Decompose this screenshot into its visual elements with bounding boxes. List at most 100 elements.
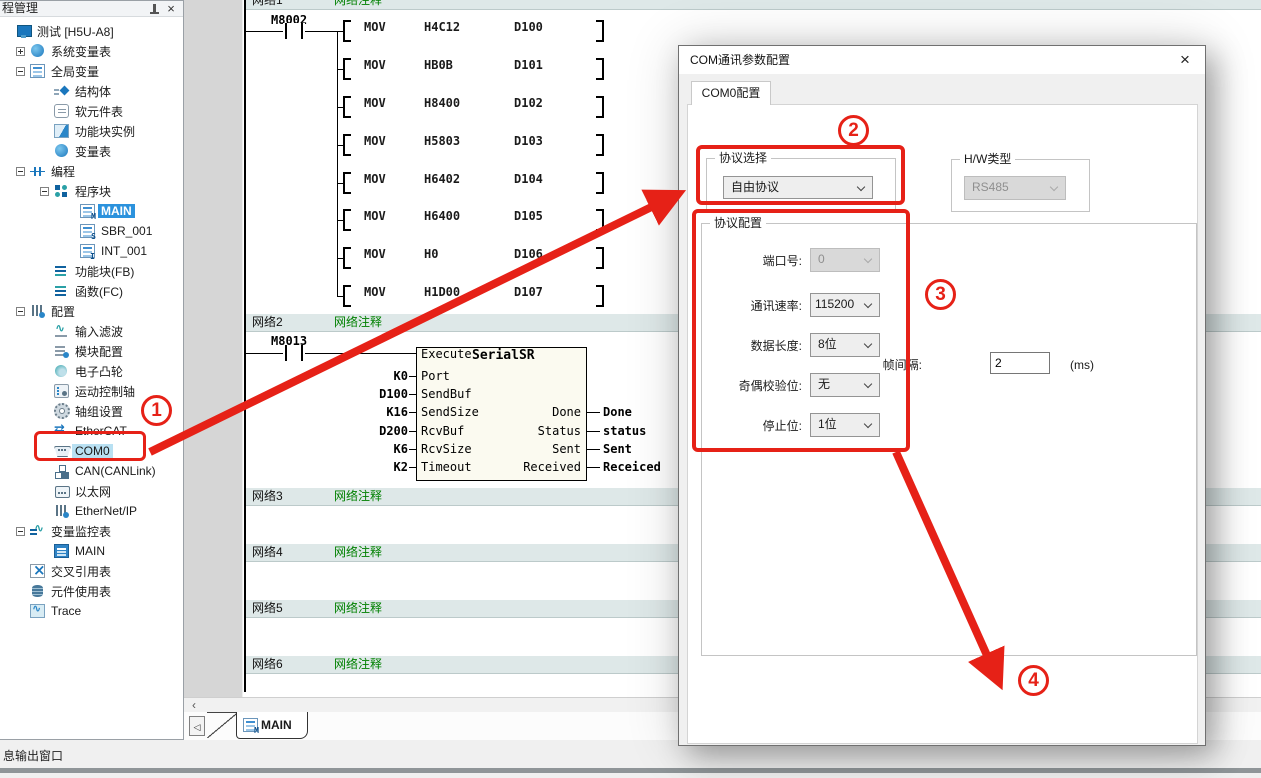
tree-item-sbr001[interactable]: SBR_001 <box>0 221 183 241</box>
collapse-icon[interactable] <box>16 67 25 76</box>
block-input-value[interactable]: K0 <box>338 368 408 384</box>
block-port: SendSize <box>421 404 479 420</box>
mov-instruction[interactable]: MOV HB0B D101 <box>343 58 606 80</box>
block-input-value[interactable]: K16 <box>338 404 408 420</box>
expand-icon[interactable] <box>16 47 25 56</box>
close-icon[interactable] <box>165 1 177 15</box>
tree-item-function-block-fb[interactable]: 功能块(FB) <box>0 261 183 281</box>
highlight-box-protocol-config <box>692 209 910 452</box>
network-comment[interactable]: 网络注释 <box>334 314 382 331</box>
tree-item-ethernet[interactable]: 以太网 <box>0 481 183 501</box>
monitor-wave-icon <box>30 524 45 538</box>
block-input-value[interactable]: D200 <box>338 423 408 439</box>
project-tree: 测试 [H5U-A8] 系统变量表 全局变量 结构体 软元件表 功能块实例 变量… <box>0 17 183 621</box>
collapse-icon[interactable] <box>16 527 25 536</box>
output-stub <box>587 467 600 468</box>
mov-instruction[interactable]: MOV H1D00 D107 <box>343 285 606 307</box>
network-comment[interactable]: 网络注释 <box>334 600 382 617</box>
block-input-value[interactable]: D100 <box>338 386 408 402</box>
network-comment[interactable]: 网络注释 <box>334 544 382 561</box>
tree-item-programming[interactable]: 编程 <box>0 161 183 181</box>
instruction-src: HB0B <box>424 58 453 72</box>
filter-wave-icon <box>54 324 69 338</box>
trace-wave-icon <box>30 604 45 618</box>
tree-item-struct[interactable]: 结构体 <box>0 81 183 101</box>
collapse-icon[interactable] <box>16 307 25 316</box>
tree-item-cross-ref[interactable]: 交叉引用表 <box>0 561 183 581</box>
tree-item-int001[interactable]: INT_001 <box>0 241 183 261</box>
panel-header: 程管理 <box>0 1 183 17</box>
tree-item-program-blocks[interactable]: 程序块 <box>0 181 183 201</box>
pin-icon[interactable] <box>150 4 159 15</box>
tree-item-project[interactable]: 测试 [H5U-A8] <box>0 21 183 41</box>
tree-item-system-vars[interactable]: 系统变量表 <box>0 41 183 61</box>
block-output-var[interactable]: Sent <box>603 441 632 457</box>
block-output-var[interactable]: Done <box>603 404 632 420</box>
tree-item-can[interactable]: CAN(CANLink) <box>0 461 183 481</box>
input-stub <box>409 394 416 395</box>
dialog-close-icon[interactable] <box>1174 50 1196 70</box>
no-contact-symbol[interactable] <box>283 23 305 39</box>
tree-item-function-fc[interactable]: 函数(FC) <box>0 281 183 301</box>
network-comment[interactable]: 网络注释 <box>334 488 382 505</box>
mov-instruction[interactable]: MOV H6402 D104 <box>343 172 606 194</box>
right-bracket <box>596 58 604 80</box>
tree-item-device-usage[interactable]: 元件使用表 <box>0 581 183 601</box>
output-window-title[interactable]: 息输出窗口 <box>3 747 63 764</box>
network-name: 网络1 <box>252 0 283 9</box>
dialog-titlebar[interactable]: COM通讯参数配置 <box>679 46 1205 74</box>
tree-item-monitor-main[interactable]: MAIN <box>0 541 183 561</box>
tree-item-main[interactable]: MAIN <box>0 201 183 221</box>
instruction-src: H6400 <box>424 209 460 223</box>
tree-item-device-table[interactable]: 软元件表 <box>0 101 183 121</box>
block-input-value[interactable]: K6 <box>338 441 408 457</box>
tab-com0-config[interactable]: COM0配置 <box>691 81 771 105</box>
mov-instruction[interactable]: MOV H8400 D102 <box>343 96 606 118</box>
collapse-icon[interactable] <box>16 167 25 176</box>
network-name: 网络5 <box>252 600 283 617</box>
tree-item-var-monitor[interactable]: 变量监控表 <box>0 521 183 541</box>
tree-item-module-config[interactable]: 模块配置 <box>0 341 183 361</box>
frame-interval-unit: (ms) <box>1070 357 1104 373</box>
instruction-dst: D101 <box>514 58 543 72</box>
right-bracket <box>596 134 604 156</box>
network-comment[interactable]: 网络注释 <box>334 656 382 673</box>
tree-item-ethernet-ip[interactable]: EtherNet/IP <box>0 501 183 521</box>
no-contact-symbol[interactable] <box>283 345 305 361</box>
block-port: Port <box>421 368 450 384</box>
network-1-header[interactable]: 网络1 网络注释 <box>246 0 1261 10</box>
network-comment[interactable]: 网络注释 <box>334 0 382 9</box>
mov-instruction[interactable]: MOV H6400 D105 <box>343 209 606 231</box>
block-output-var[interactable]: Receiced <box>603 459 661 475</box>
tree-item-input-filter[interactable]: 输入滤波 <box>0 321 183 341</box>
mov-instruction[interactable]: MOV H5803 D103 <box>343 134 606 156</box>
tree-item-global-vars[interactable]: 全局变量 <box>0 61 183 81</box>
right-bracket <box>596 285 604 307</box>
output-stub <box>587 449 600 450</box>
hw-type-dropdown: RS485 <box>964 176 1066 200</box>
annotation-step-4: 4 <box>1018 665 1049 696</box>
tab-nav-left-icon[interactable] <box>189 716 205 736</box>
tree-item-config[interactable]: 配置 <box>0 301 183 321</box>
instruction-src: H4C12 <box>424 20 460 34</box>
input-stub <box>409 431 416 432</box>
mov-instruction[interactable]: MOV H0 D106 <box>343 247 606 269</box>
tree-item-trace[interactable]: Trace <box>0 601 183 621</box>
block-output-var[interactable]: status <box>603 423 646 439</box>
scroll-left-icon[interactable] <box>186 699 202 712</box>
cross-reference-icon <box>30 564 45 578</box>
instruction-op: MOV <box>364 209 386 223</box>
tree-item-fb-instance[interactable]: 功能块实例 <box>0 121 183 141</box>
tree-item-ecam[interactable]: 电子凸轮 <box>0 361 183 381</box>
highlight-box-com0 <box>34 431 146 461</box>
left-bracket <box>343 209 351 231</box>
mov-instruction[interactable]: MOV H4C12 D100 <box>343 20 606 42</box>
tree-item-var-table[interactable]: 变量表 <box>0 141 183 161</box>
project-manager-panel: 程管理 测试 [H5U-A8] 系统变量表 全局变量 结构体 软元件表 功能块实… <box>0 0 184 740</box>
block-input-value[interactable]: K2 <box>338 459 408 475</box>
frame-interval-input[interactable] <box>990 352 1050 374</box>
tab-main[interactable]: MAIN <box>236 712 308 739</box>
right-bracket <box>596 20 604 42</box>
collapse-icon[interactable] <box>40 187 49 196</box>
input-stub <box>409 412 416 413</box>
